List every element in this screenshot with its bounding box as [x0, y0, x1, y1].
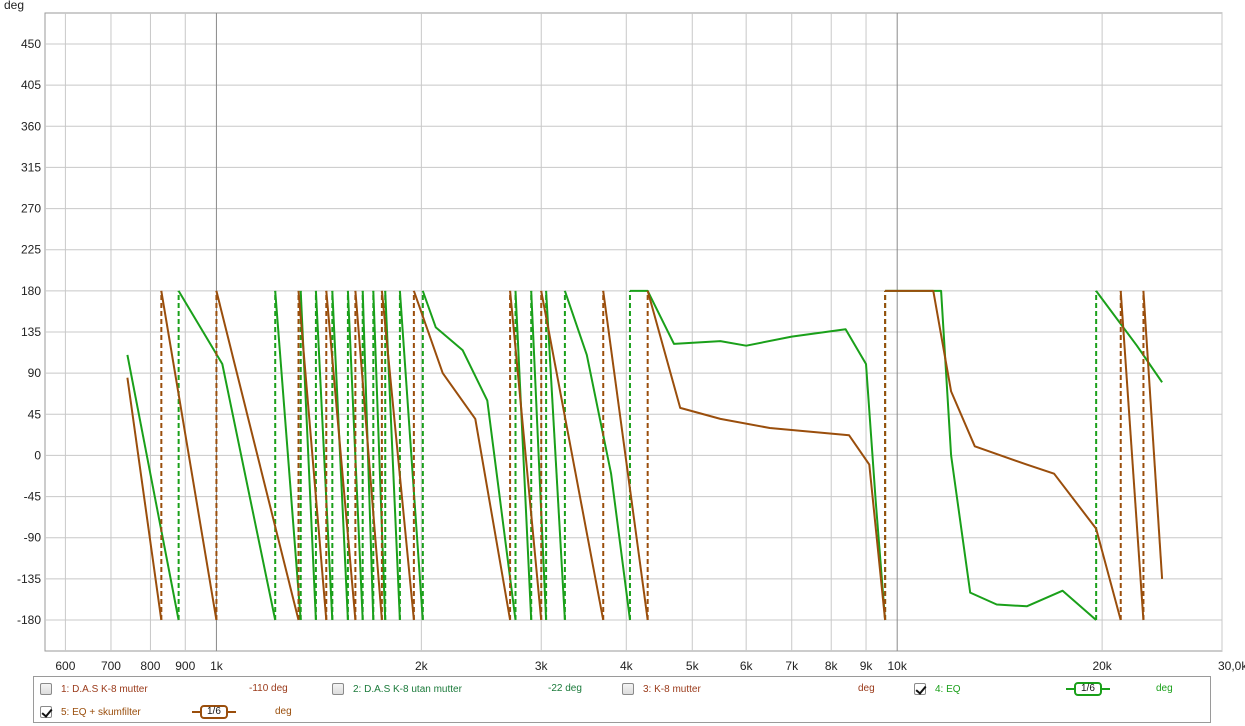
y-tick-label: -90 [24, 531, 42, 545]
x-tick-label: 7k [785, 659, 799, 673]
legend-panel: 1: D.A.S K-8 mutter -110 deg 2: D.A.S K-… [33, 676, 1211, 723]
legend-value-4: deg [1156, 683, 1173, 694]
y-axis-unit-label: deg [4, 0, 24, 12]
x-tick-label: 600 [55, 659, 75, 673]
y-tick-label: 225 [21, 243, 41, 257]
legend-label-5: 5: EQ + skumfilter [61, 706, 141, 718]
y-tick-label: 405 [21, 78, 41, 92]
smoothing-badge-5[interactable]: 1/6 [192, 705, 236, 719]
legend-item-3[interactable]: 3: K-8 mutter [622, 680, 701, 698]
y-axis-ticks: 45040536031527022518013590450-45-90-135-… [17, 37, 41, 627]
y-tick-label: 360 [21, 119, 41, 133]
x-tick-label: 10k [888, 659, 908, 673]
x-tick-label: 4k [620, 659, 634, 673]
y-tick-label: 270 [21, 202, 41, 216]
y-tick-label: -45 [24, 490, 42, 504]
legend-checkbox-1[interactable] [40, 683, 52, 695]
legend-checkbox-2[interactable] [332, 683, 344, 695]
y-tick-label: 135 [21, 325, 41, 339]
smoothing-badge-4[interactable]: 1/6 [1066, 682, 1110, 696]
smoothing-label-4: 1/6 [1074, 682, 1102, 696]
legend-item-4[interactable]: 4: EQ [914, 680, 961, 698]
x-tick-label: 900 [175, 659, 195, 673]
legend-label-2: 2: D.A.S K-8 utan mutter [353, 683, 462, 695]
x-tick-label: 800 [140, 659, 160, 673]
y-tick-label: 315 [21, 160, 41, 174]
legend-label-3: 3: K-8 mutter [643, 683, 701, 695]
legend-item-1[interactable]: 1: D.A.S K-8 mutter [40, 680, 148, 698]
x-axis-ticks: 600 700 800 900 1k 2k 3k 4k 5k 6k 7k 8k 9k 10k 20k 30,0… [55, 659, 1245, 673]
y-tick-label: 0 [34, 448, 41, 462]
x-tick-label: 5k [686, 659, 700, 673]
y-tick-label: -180 [17, 613, 41, 627]
y-tick-label: -135 [17, 572, 41, 586]
legend-value-1: -110 deg [249, 683, 288, 694]
legend-checkbox-5[interactable] [40, 706, 52, 718]
x-tick-label: 8k [825, 659, 839, 673]
legend-item-2[interactable]: 2: D.A.S K-8 utan mutter [332, 680, 462, 698]
smoothing-label-5: 1/6 [200, 705, 228, 719]
x-tick-label: 9k [860, 659, 874, 673]
legend-checkbox-4[interactable] [914, 683, 926, 695]
legend-label-4: 4: EQ [935, 683, 961, 695]
legend-item-5[interactable]: 5: EQ + skumfilter [40, 703, 141, 721]
y-tick-label: 450 [21, 37, 41, 51]
x-tick-label: 2k [415, 659, 429, 673]
x-tick-label: 30,0kHz [1218, 659, 1245, 673]
legend-value-2: -22 deg [548, 683, 582, 694]
phase-chart: 600 700 800 900 1k 2k 3k 4k 5k 6k 7k 8k 9k 10k 20k 30,0… [4, 0, 1245, 673]
x-tick-label: 700 [101, 659, 121, 673]
x-tick-label: 3k [535, 659, 549, 673]
x-tick-label: 1k [210, 659, 224, 673]
legend-value-5: deg [275, 706, 292, 717]
legend-checkbox-3[interactable] [622, 683, 634, 695]
y-tick-label: 45 [28, 407, 42, 421]
legend-label-1: 1: D.A.S K-8 mutter [61, 683, 148, 695]
x-tick-label: 20k [1092, 659, 1112, 673]
y-tick-label: 180 [21, 284, 41, 298]
legend-value-3: deg [858, 683, 875, 694]
x-tick-label: 6k [740, 659, 754, 673]
y-tick-label: 90 [28, 366, 42, 380]
